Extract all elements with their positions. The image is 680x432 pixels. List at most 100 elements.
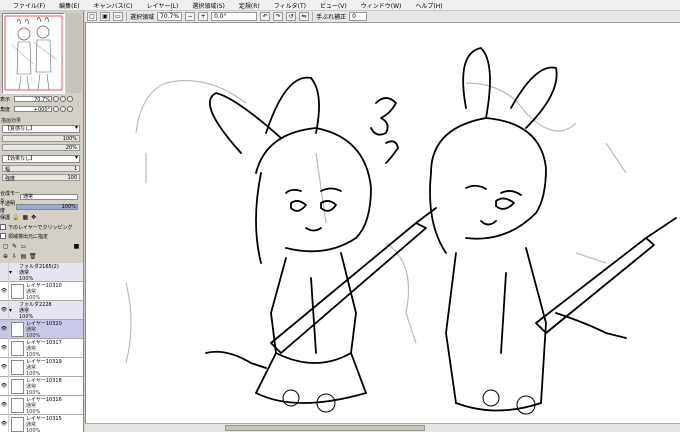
layer-row[interactable]: 👁 レイヤー10317 通常 100% xyxy=(0,339,83,358)
visibility-eye-icon[interactable]: 👁 xyxy=(0,282,9,301)
angle-row: 角度 +000° xyxy=(0,105,83,113)
effect-width-slider[interactable]: 幅 1 xyxy=(2,165,80,173)
rotate-reset-icon[interactable] xyxy=(67,106,73,112)
stabilizer-label: 手ぶれ補正 xyxy=(316,14,347,21)
angle-slider[interactable]: +000° xyxy=(14,106,52,113)
new-vector-layer-icon[interactable]: ✎ xyxy=(11,243,18,250)
opacity-label: 不透明度 xyxy=(0,201,16,214)
layer-menu-icon[interactable]: ■ xyxy=(73,243,80,250)
new-folder-icon[interactable]: ▭ xyxy=(20,243,27,250)
rotate-left-icon[interactable] xyxy=(53,106,59,112)
visibility-eye-icon[interactable]: 👁 xyxy=(0,415,9,432)
rotate-reset-button[interactable]: ↺ xyxy=(286,12,297,21)
source-row: 領域検出元に指定 xyxy=(0,232,83,240)
menu-filter[interactable]: フィルタ(T) xyxy=(267,1,313,10)
protect-row: 保護 🔒 ▦ ✥ xyxy=(0,213,83,221)
invert-selection-button[interactable]: ▣ xyxy=(100,12,110,21)
folder-expand-icon[interactable]: ▾ xyxy=(9,263,17,281)
zoom-reset-icon[interactable] xyxy=(67,96,73,102)
folder-expand-icon[interactable]: ▾ xyxy=(9,301,17,319)
visibility-eye-icon[interactable]: 👁 xyxy=(0,339,9,358)
toggle-selection-button[interactable]: ▭ xyxy=(113,12,123,21)
clear-layer-icon[interactable]: ▤ xyxy=(20,253,27,260)
lock-move-icon[interactable]: ✥ xyxy=(31,214,36,221)
transfer-down-icon[interactable]: ⇩ xyxy=(11,253,18,260)
flip-button[interactable]: ⇋ xyxy=(299,12,310,21)
visibility-eye-icon[interactable]: 👁 xyxy=(0,301,9,320)
opacity-slider[interactable]: 100% xyxy=(16,204,78,210)
deselect-button[interactable]: ▢ xyxy=(87,12,97,21)
layer-info: レイヤー10319 通常 100% xyxy=(26,358,62,377)
layer-info: フォルダ2165(2) 通常 100% xyxy=(17,263,59,282)
zoom-in-button[interactable]: + xyxy=(198,12,209,21)
texture-scale-slider[interactable]: 100% xyxy=(2,135,80,142)
horizontal-scrollbar[interactable] xyxy=(85,423,680,432)
layer-info: レイヤー10317 通常 100% xyxy=(26,339,62,358)
layer-thumbnail xyxy=(11,341,24,356)
layer-row[interactable]: 👁 レイヤー10315 通常 100% xyxy=(0,415,83,432)
zoom-out-button[interactable]: − xyxy=(185,12,196,21)
rotate-left-button[interactable]: ↶ xyxy=(260,12,271,21)
texture-scale-value: 100% xyxy=(62,136,77,142)
visibility-eye-icon[interactable]: 👁 xyxy=(0,320,9,339)
layer-thumbnail xyxy=(11,379,24,394)
layer-thumbnail xyxy=(11,284,24,299)
visibility-eye-icon[interactable]: 👁 xyxy=(0,377,9,396)
texture-strength-slider[interactable]: 20% xyxy=(2,144,80,151)
navigator-buttons xyxy=(66,13,82,93)
angle-field[interactable]: 0.0° xyxy=(211,12,258,21)
menu-bar: ファイル(F) 編集(E) キャンバス(C) レイヤー(L) 選択領域(S) 定… xyxy=(0,0,680,11)
blend-mode-select[interactable]: 通常 xyxy=(20,194,78,200)
navigator-thumbnail[interactable] xyxy=(2,13,65,94)
layer-row[interactable]: 👁 レイヤー10320 通常 100% xyxy=(0,320,83,339)
source-label: 領域検出元に指定 xyxy=(8,233,49,240)
menu-layer[interactable]: レイヤー(L) xyxy=(140,1,186,10)
menu-help[interactable]: ヘルプ(H) xyxy=(408,1,449,10)
visibility-eye-icon[interactable] xyxy=(0,263,9,282)
menu-edit[interactable]: 編集(E) xyxy=(52,1,86,10)
effect-section-label: 描画効果 xyxy=(1,118,22,124)
drawing-canvas[interactable] xyxy=(85,23,680,423)
menu-view[interactable]: ビュー(V) xyxy=(313,1,354,10)
menu-ruler[interactable]: 定規(R) xyxy=(232,1,267,10)
layer-info: レイヤー10318 通常 100% xyxy=(26,377,62,396)
rotate-right-button[interactable]: ↷ xyxy=(273,12,284,21)
layer-row[interactable]: 👁 レイヤー10310 通常 100% xyxy=(0,282,83,301)
rotate-right-icon[interactable] xyxy=(60,106,66,112)
visibility-eye-icon[interactable]: 👁 xyxy=(0,358,9,377)
scrollbar-thumb[interactable] xyxy=(225,425,425,431)
texture-select[interactable]: 【質感なし】 xyxy=(2,125,80,133)
zoom-field[interactable]: 70.7% xyxy=(157,12,183,21)
effect-strength-label: 強度 xyxy=(5,176,16,182)
delete-layer-icon[interactable]: 🗑 xyxy=(29,253,37,260)
layer-info: レイヤー10320 通常 100% xyxy=(26,320,62,339)
layer-row[interactable]: 👁 レイヤー10318 通常 100% xyxy=(0,377,83,396)
source-checkbox[interactable] xyxy=(0,233,6,239)
zoom-slider[interactable]: 70.7% xyxy=(14,96,52,103)
layer-toolbar-1: ▢ ✎ ▭ ■ xyxy=(0,242,83,251)
layer-folder-row[interactable]: 👁 ▾ フォルダ2228 通常 100% xyxy=(0,301,83,320)
lock-icon[interactable]: 🔒 xyxy=(12,214,19,221)
visibility-eye-icon[interactable]: 👁 xyxy=(0,396,9,415)
layer-row[interactable]: 👁 レイヤー10319 通常 100% xyxy=(0,358,83,377)
menu-selection[interactable]: 選択領域(S) xyxy=(185,1,232,10)
zoom-out-icon[interactable] xyxy=(53,96,59,102)
menu-file[interactable]: ファイル(F) xyxy=(6,1,52,10)
clipping-checkbox[interactable] xyxy=(0,224,6,230)
layer-folder-row[interactable]: ▾ フォルダ2165(2) 通常 100% xyxy=(0,263,83,282)
effect-select[interactable]: 【効果なし】 xyxy=(2,155,80,163)
lock-alpha-icon[interactable]: ▦ xyxy=(22,214,28,221)
layer-row[interactable]: 👁 レイヤー10316 通常 100% xyxy=(0,396,83,415)
new-layer-icon[interactable]: ▢ xyxy=(2,243,9,250)
top-toolbar: ▢ ▣ ▭ 選択領域 70.7% − + 0.0° ↶ ↷ ↺ ⇋ 手ぶれ補正 … xyxy=(85,11,680,23)
opacity-row: 不透明度 100% xyxy=(0,201,83,214)
texture-strength-value: 20% xyxy=(65,145,77,151)
zoom-in-icon[interactable] xyxy=(60,96,66,102)
effect-strength-slider[interactable]: 強度 100 xyxy=(2,174,80,182)
menu-window[interactable]: ウィンドウ(W) xyxy=(354,1,409,10)
merge-down-icon[interactable]: ⊕ xyxy=(2,253,9,260)
menu-canvas[interactable]: キャンバス(C) xyxy=(87,1,140,10)
stabilizer-select[interactable]: 0 xyxy=(349,12,368,21)
layer-thumbnail xyxy=(11,322,24,337)
line-art-illustration xyxy=(125,47,677,415)
